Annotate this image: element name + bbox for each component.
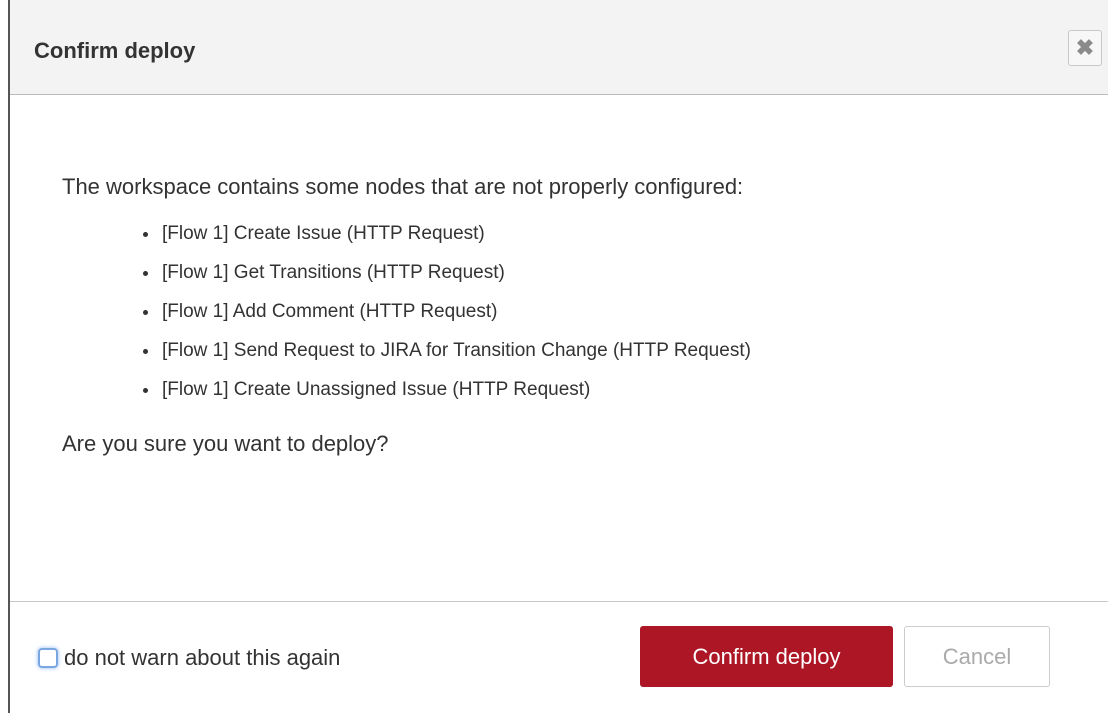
close-icon: ✖ [1075,35,1095,60]
list-item: [Flow 1] Create Unassigned Issue (HTTP R… [160,370,862,409]
dialog-titlebar: Confirm deploy ✖ [10,0,1108,95]
warning-intro: The workspace contains some nodes that a… [62,174,744,199]
unconfigured-nodes-list: [Flow 1] Create Issue (HTTP Request) [Fl… [62,214,1088,409]
list-item: [Flow 1] Create Issue (HTTP Request) [160,214,862,253]
list-item: [Flow 1] Send Request to JIRA for Transi… [160,331,862,370]
list-item: [Flow 1] Get Transitions (HTTP Request) [160,253,862,292]
cancel-button[interactable]: Cancel [904,626,1050,687]
dialog-content: The workspace contains some nodes that a… [62,172,1088,459]
dialog-title: Confirm deploy [34,38,196,63]
confirm-deploy-dialog: Confirm deploy ✖ The workspace contains … [10,0,1108,713]
close-button[interactable]: ✖ [1068,30,1102,66]
warn-option[interactable]: do not warn about this again [38,645,340,671]
page: Confirm deploy ✖ The workspace contains … [0,0,1108,713]
deploy-question: Are you sure you want to deploy? [62,431,389,456]
do-not-warn-label: do not warn about this again [64,645,341,670]
do-not-warn-checkbox[interactable] [38,648,58,668]
list-item: [Flow 1] Add Comment (HTTP Request) [160,292,862,331]
confirm-deploy-button[interactable]: Confirm deploy [640,626,893,687]
dialog-footer: do not warn about this again Confirm dep… [10,601,1108,713]
